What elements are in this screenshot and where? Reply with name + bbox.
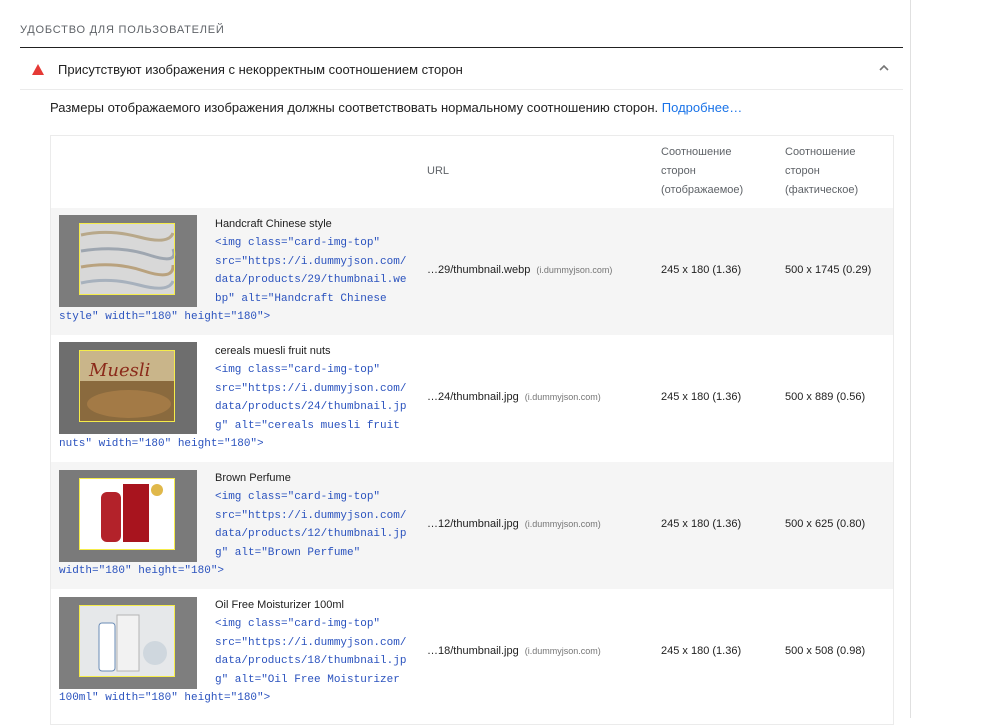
node-snippet: <img class="card-img-top" src="https://i.…: [59, 491, 407, 578]
header-actual-line-2: сторон: [785, 165, 820, 177]
audit-title: Присутствуют изображения с некорректным …: [58, 62, 463, 77]
node-snippet: <img class="card-img-top" src="https://i.…: [59, 364, 407, 451]
warning-triangle-icon: [32, 64, 44, 75]
displayed-ratio: 245 x 180 (1.36): [661, 645, 742, 657]
image-url[interactable]: …24/thumbnail.jpg (i.dummyjson.com): [427, 391, 601, 403]
node-label: Oil Free Moisturizer 100ml: [215, 599, 344, 611]
table-row: Oil Free Moisturizer 100ml <img class="c…: [51, 589, 893, 716]
header-url: URL: [427, 165, 450, 177]
image-url[interactable]: …29/thumbnail.webp (i.dummyjson.com): [427, 264, 612, 276]
actual-ratio: 500 x 1745 (0.29): [785, 264, 872, 276]
section-title: УДОБСТВО ДЛЯ ПОЛЬЗОВАТЕЛЕЙ: [20, 24, 225, 36]
actual-ratio: 500 x 625 (0.80): [785, 518, 866, 530]
details-table: URL Соотношение сторон (отображаемое) Со…: [50, 135, 894, 725]
table-row: Muesli cereals muesli fruit nuts <img cl…: [51, 335, 893, 462]
node-snippet: <img class="card-img-top" src="https://i.…: [59, 618, 407, 705]
table-row: Handcraft Chinese style <img class="card…: [51, 208, 893, 335]
image-url[interactable]: …12/thumbnail.jpg (i.dummyjson.com): [427, 518, 601, 530]
image-url[interactable]: …18/thumbnail.jpg (i.dummyjson.com): [427, 645, 601, 657]
chevron-up-icon[interactable]: [877, 61, 891, 75]
actual-ratio: 500 x 889 (0.56): [785, 391, 866, 403]
section-divider: [20, 47, 903, 48]
learn-more-link[interactable]: Подробнее…: [662, 100, 742, 115]
header-displayed-ratio: Соотношение сторон (отображаемое): [661, 143, 743, 200]
actual-ratio: 500 x 508 (0.98): [785, 645, 866, 657]
table-row: Brown Perfume <img class="card-img-top" s…: [51, 462, 893, 589]
header-displayed-line-1: Соотношение: [661, 146, 732, 158]
displayed-ratio: 245 x 180 (1.36): [661, 391, 742, 403]
audit-description: Размеры отображаемого изображения должны…: [50, 100, 742, 115]
displayed-ratio: 245 x 180 (1.36): [661, 518, 742, 530]
header-actual-ratio: Соотношение сторон (фактическое): [785, 143, 858, 200]
audit-description-text: Размеры отображаемого изображения должны…: [50, 100, 659, 115]
audit-header[interactable]: Присутствуют изображения с некорректным …: [20, 49, 903, 90]
node-label: Handcraft Chinese style: [215, 218, 332, 230]
displayed-ratio: 245 x 180 (1.36): [661, 264, 742, 276]
header-displayed-line-3: (отображаемое): [661, 184, 744, 196]
header-actual-line-1: Соотношение: [785, 146, 856, 158]
header-displayed-line-2: сторон: [661, 165, 696, 177]
header-actual-line-3: (фактическое): [785, 184, 859, 196]
node-label: Brown Perfume: [215, 472, 291, 484]
node-label: cereals muesli fruit nuts: [215, 345, 331, 357]
node-snippet: <img class="card-img-top" src="https://i.…: [59, 237, 407, 324]
